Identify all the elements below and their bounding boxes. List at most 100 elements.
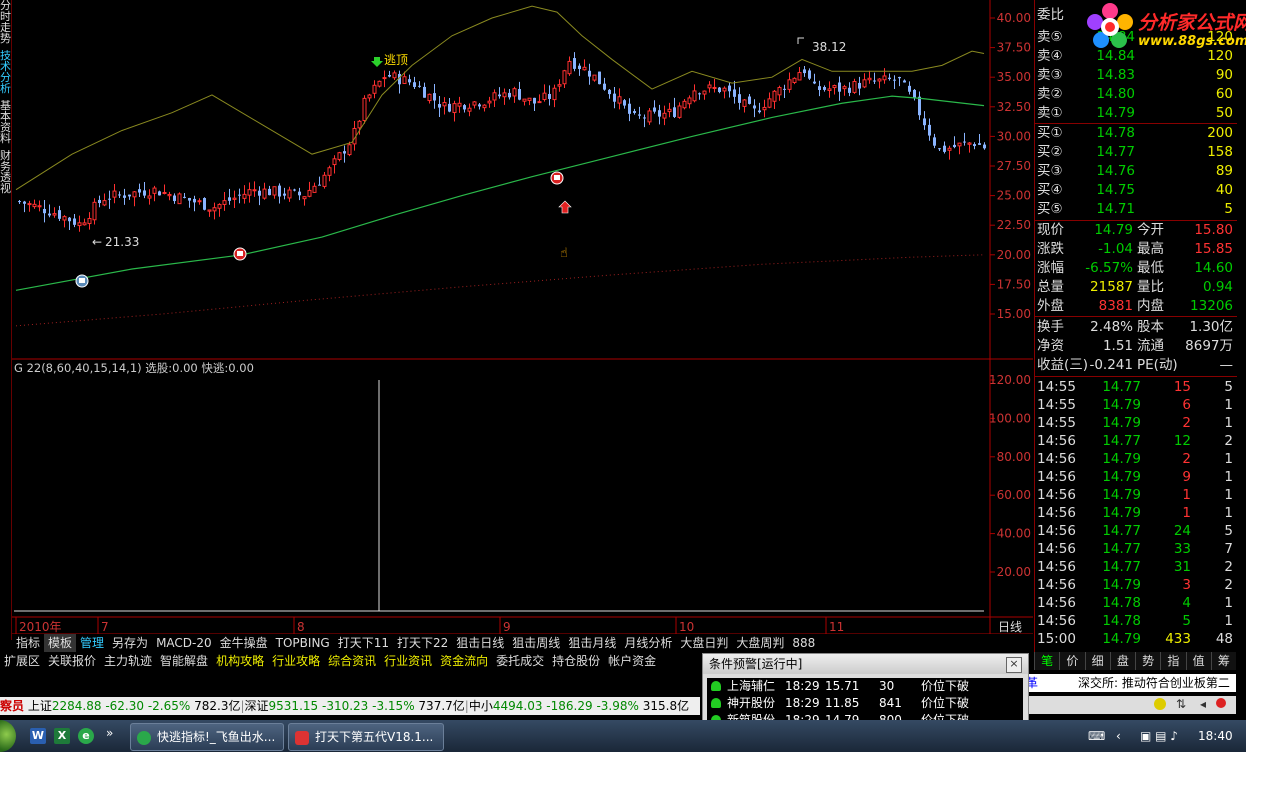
tick-row[interactable]: 14:56 14.79 1 1 <box>1035 486 1237 504</box>
excel-icon[interactable]: X <box>54 728 70 744</box>
tick-volume: 24 <box>1173 523 1191 539</box>
function-tab[interactable]: 机构攻略 <box>212 652 268 670</box>
indicator-tab[interactable]: 指标 <box>12 634 44 652</box>
chevron-left-icon[interactable]: ‹ <box>1116 728 1121 744</box>
period-label[interactable]: 日线 <box>998 620 1022 634</box>
close-icon[interactable]: × <box>1006 657 1022 673</box>
tick-row[interactable]: 14:56 14.77 24 5 <box>1035 522 1237 540</box>
alert-row[interactable]: 新筑股份 18:29 14.79 800 价位下破 <box>707 712 1023 720</box>
tab-fundamentals[interactable]: 基本资料 <box>0 100 11 144</box>
chart-canvas[interactable]: 40.00 37.50 35.00 32.50 30.00 27.50 25.00 22.50… <box>12 0 1033 640</box>
alert-row[interactable]: 神开股份 18:29 11.85 841 价位下破 <box>707 695 1023 712</box>
indicator-tab[interactable]: 打天下22 <box>393 634 452 652</box>
indicator-tab[interactable]: 金牛操盘 <box>216 634 272 652</box>
tick-time: 14:56 <box>1037 487 1076 503</box>
sell-level-row[interactable]: 卖② 14.80 60 <box>1035 85 1237 104</box>
indicator-tab[interactable]: 狙击日线 <box>452 634 508 652</box>
tick-row[interactable]: 14:56 14.77 31 2 <box>1035 558 1237 576</box>
function-tab[interactable]: 行业攻略 <box>268 652 324 670</box>
tick-row[interactable]: 14:56 14.79 1 1 <box>1035 504 1237 522</box>
indicator-axis-tick: 80.00 <box>997 450 1031 464</box>
system-tray-icons[interactable]: ▣ ▤ ♪ <box>1140 728 1178 744</box>
tick-price: 14.79 <box>1102 577 1141 593</box>
buy-level-row[interactable]: 买⑤ 14.71 5 <box>1035 200 1237 219</box>
buy-level-row[interactable]: 买③ 14.76 89 <box>1035 162 1237 181</box>
sh-label[interactable]: 上证 <box>28 699 52 713</box>
indicator-axis-tick: 60.00 <box>997 488 1031 502</box>
function-tab[interactable]: 资金流向 <box>436 652 492 670</box>
tick-row[interactable]: 14:55 14.79 2 1 <box>1035 414 1237 432</box>
tray-status: ⇅ ◂ <box>1022 696 1236 714</box>
panel-tab[interactable]: 笔 <box>1034 652 1059 670</box>
tick-row[interactable]: 14:56 14.79 9 1 <box>1035 468 1237 486</box>
tab-intraday[interactable]: 分时走势 <box>0 0 11 44</box>
panel-tab[interactable]: 值 <box>1185 652 1211 670</box>
tick-row[interactable]: 14:55 14.77 15 5 <box>1035 378 1237 396</box>
panel-tab[interactable]: 盘 <box>1109 652 1135 670</box>
tick-row[interactable]: 14:55 14.79 6 1 <box>1035 396 1237 414</box>
condition-alert-window[interactable]: 条件预警[运行中] × 上海辅仁 18:29 15.71 30 价位下破 神开股份 18:2… <box>702 653 1029 723</box>
tick-row[interactable]: 14:56 14.78 4 1 <box>1035 594 1237 612</box>
function-tab[interactable]: 智能解盘 <box>156 652 212 670</box>
alert-row[interactable]: 上海辅仁 18:29 15.71 30 价位下破 <box>707 678 1023 695</box>
sell-level-row[interactable]: 卖① 14.79 50 <box>1035 104 1237 123</box>
task-browser-window[interactable]: 快逃指标!_飞鱼出水... <box>130 723 284 751</box>
function-tab[interactable]: 扩展区 <box>0 652 44 670</box>
indicator-tab[interactable]: 月线分析 <box>620 634 676 652</box>
function-tab[interactable]: 持仓股份 <box>548 652 604 670</box>
tick-time: 14:56 <box>1037 559 1076 575</box>
tick-row[interactable]: 14:56 14.77 12 2 <box>1035 432 1237 450</box>
tick-row[interactable]: 15:00 14.79 433 48 <box>1035 630 1237 648</box>
buy-level-row[interactable]: 买④ 14.75 40 <box>1035 181 1237 200</box>
task-trading-window[interactable]: 打天下第五代V18.1... <box>288 723 444 751</box>
keyboard-icon[interactable]: ⌨ <box>1088 728 1105 744</box>
tick-row[interactable]: 14:56 14.78 5 1 <box>1035 612 1237 630</box>
indicator-tab[interactable]: 打天下11 <box>334 634 393 652</box>
clock[interactable]: 18:40 <box>1198 720 1233 752</box>
word-icon[interactable]: W <box>30 728 46 744</box>
indicator-tab[interactable]: 模板 <box>44 634 77 652</box>
function-tab[interactable]: 行业资讯 <box>380 652 436 670</box>
indicator-tab[interactable]: 狙击月线 <box>564 634 620 652</box>
quote-value: 14.79 <box>1094 222 1133 238</box>
panel-tab[interactable]: 细 <box>1084 652 1110 670</box>
time-axis-label: 9 <box>503 620 511 634</box>
quote-value: -1.04 <box>1098 241 1133 257</box>
function-tab[interactable]: 综合资讯 <box>324 652 380 670</box>
indicator-tab[interactable]: 大盘周判 <box>732 634 788 652</box>
function-tab[interactable]: 委托成交 <box>492 652 548 670</box>
more-quicklaunch-icon[interactable]: » <box>106 726 113 740</box>
sz-amount: 737.7亿 <box>418 699 465 713</box>
start-button[interactable] <box>0 720 16 752</box>
indicator-tab[interactable]: 888 <box>788 634 819 652</box>
exchange-news-ticker[interactable]: 革 深交所: 推动符合创业板第二 <box>1022 674 1236 692</box>
panel-tab[interactable]: 势 <box>1135 652 1160 670</box>
alert-title[interactable]: 条件预警[运行中] <box>703 654 1028 674</box>
tab-financials[interactable]: 财务透视 <box>0 150 11 194</box>
indicator-tab[interactable]: 大盘日判 <box>676 634 732 652</box>
zx-label[interactable]: 中小 <box>469 699 493 713</box>
indicator-tab[interactable]: TOPBING <box>272 634 334 652</box>
tick-row[interactable]: 14:56 14.79 2 1 <box>1035 450 1237 468</box>
function-tab[interactable]: 主力轨迹 <box>100 652 156 670</box>
indicator-tab[interactable]: MACD-20 <box>152 634 216 652</box>
browser-icon[interactable]: e <box>78 728 94 744</box>
panel-tab[interactable]: 指 <box>1160 652 1185 670</box>
sz-change: -310.23 <box>321 699 369 713</box>
buy-level-row[interactable]: 买① 14.78 200 <box>1035 124 1237 143</box>
kline-chart[interactable]: 40.00 37.50 35.00 32.50 30.00 27.50 25.00 22.50… <box>12 0 1033 640</box>
sell-level-row[interactable]: 卖③ 14.83 90 <box>1035 66 1237 85</box>
buy-level-row[interactable]: 买② 14.77 158 <box>1035 143 1237 162</box>
panel-tab[interactable]: 筹 <box>1210 652 1236 670</box>
tick-row[interactable]: 14:56 14.77 33 7 <box>1035 540 1237 558</box>
indicator-tab[interactable]: 另存为 <box>108 634 152 652</box>
function-tab[interactable]: 关联报价 <box>44 652 100 670</box>
tick-row[interactable]: 14:56 14.79 3 2 <box>1035 576 1237 594</box>
panel-tab[interactable]: 价 <box>1059 652 1084 670</box>
indicator-tab[interactable]: 管理 <box>76 634 108 652</box>
alert-condition: 价位下破 <box>921 696 970 710</box>
tab-technical[interactable]: 技术分析 <box>0 50 11 94</box>
indicator-tab[interactable]: 狙击周线 <box>508 634 564 652</box>
sz-label[interactable]: 深证 <box>245 699 269 713</box>
function-tab[interactable]: 帐户资金 <box>604 652 660 670</box>
